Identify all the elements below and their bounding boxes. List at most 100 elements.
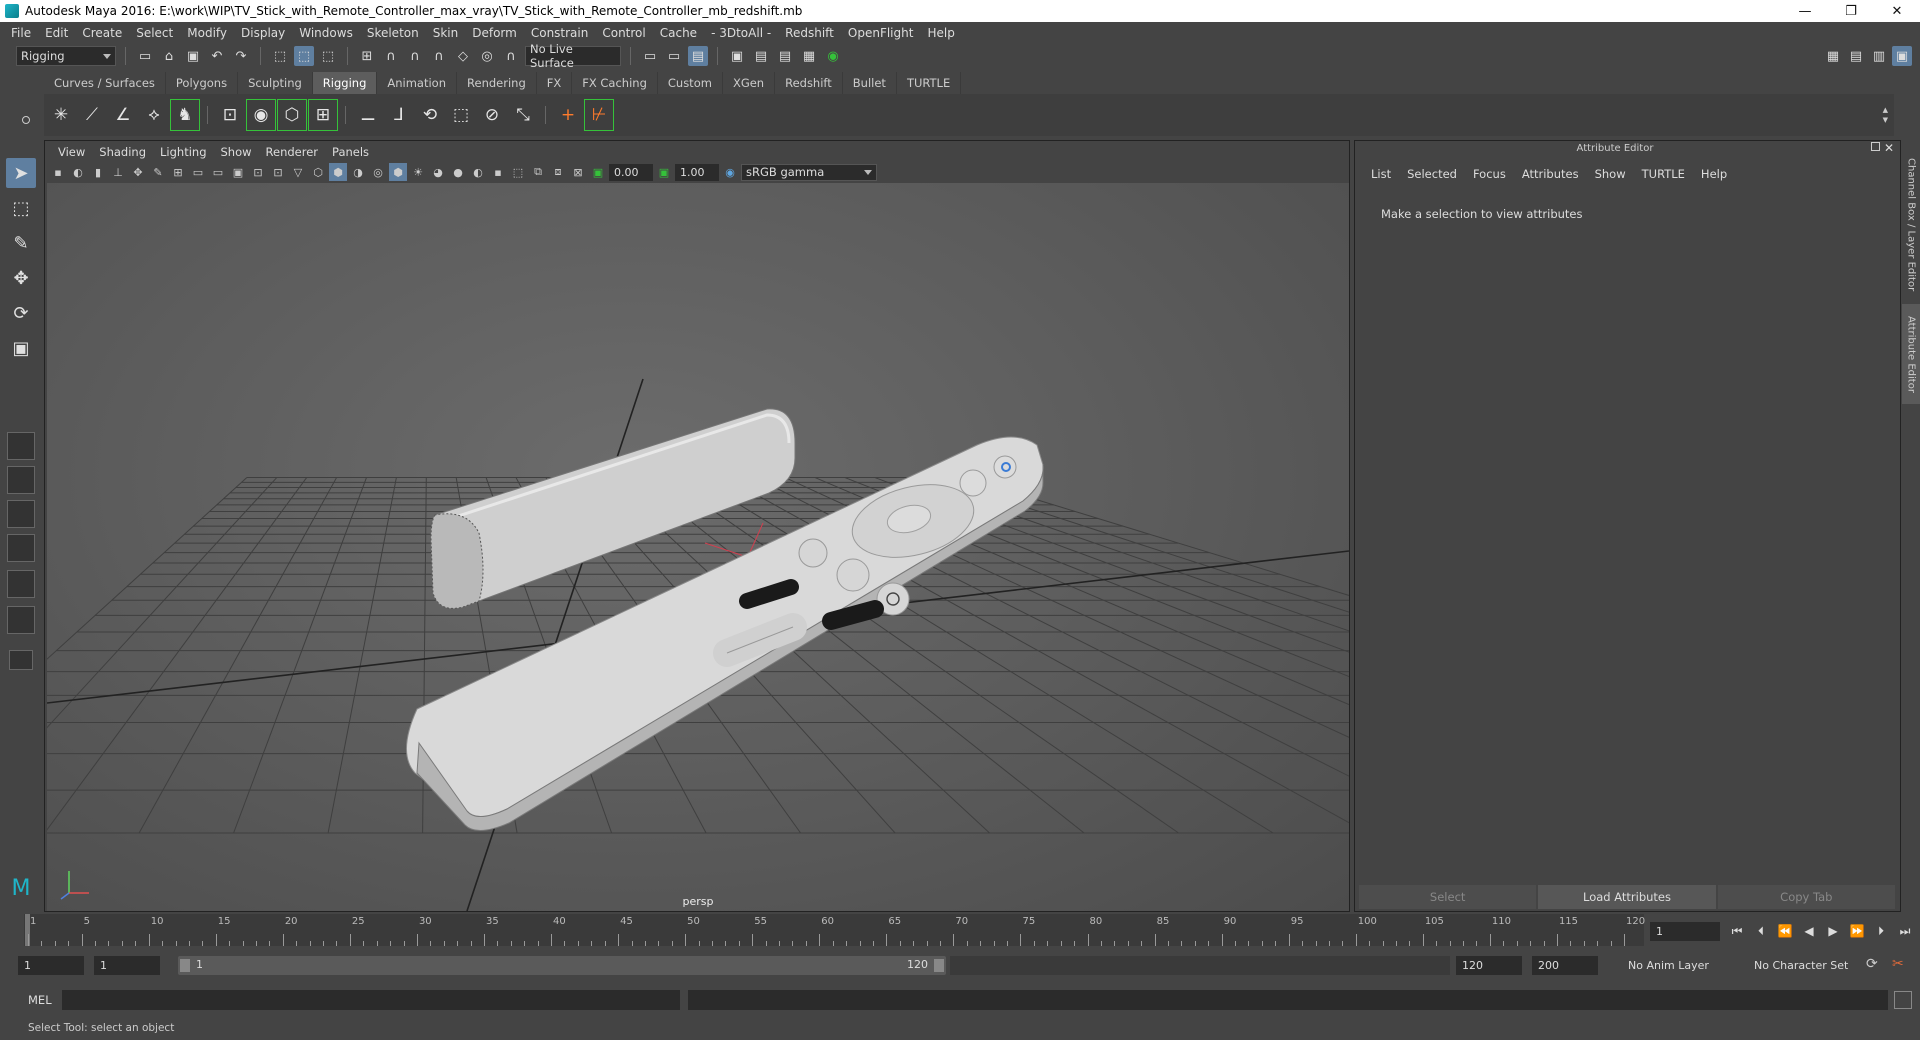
tab-rendering[interactable]: Rendering: [457, 72, 537, 94]
modeling-toolkit-icon[interactable]: ▦: [1823, 46, 1843, 66]
input-ops-icon[interactable]: ▭: [640, 46, 660, 66]
color-management-icon[interactable]: ◉: [721, 163, 739, 181]
menu-3dtoall[interactable]: - 3DtoAll -: [704, 26, 778, 40]
tab-fx-caching[interactable]: FX Caching: [572, 72, 658, 94]
ae-menu-selected[interactable]: Selected: [1399, 167, 1465, 181]
use-lights-icon[interactable]: ☀: [409, 163, 427, 181]
menu-cache[interactable]: Cache: [653, 26, 704, 40]
ipr-render-icon[interactable]: ▤: [775, 46, 795, 66]
two-pane-layout-icon[interactable]: [7, 500, 35, 528]
smooth-bind-icon[interactable]: ⊡: [216, 100, 244, 130]
motion-blur-icon[interactable]: ◐: [469, 163, 487, 181]
output-ops-icon[interactable]: ▭: [664, 46, 684, 66]
menu-modify[interactable]: Modify: [180, 26, 234, 40]
isolate-select-icon[interactable]: ⬚: [509, 163, 527, 181]
menu-skeleton[interactable]: Skeleton: [360, 26, 426, 40]
wireframe-icon[interactable]: ⬡: [309, 163, 327, 181]
shelf-scroll-up-icon[interactable]: ▲: [1883, 106, 1888, 114]
2d-pan-icon[interactable]: ✥: [129, 163, 147, 181]
default-material-icon[interactable]: ◑: [349, 163, 367, 181]
copy-tab-button[interactable]: Copy Tab: [1717, 885, 1895, 909]
point-constraint-icon[interactable]: +: [554, 100, 582, 130]
redo-icon[interactable]: ↷: [231, 46, 251, 66]
character-set-dropdown[interactable]: No Character Set: [1748, 956, 1868, 975]
film-gate-icon[interactable]: ▭: [189, 163, 207, 181]
grease-pencil-icon[interactable]: ✎: [149, 163, 167, 181]
ae-menu-focus[interactable]: Focus: [1465, 167, 1514, 181]
tab-custom[interactable]: Custom: [658, 72, 723, 94]
go-to-end-icon[interactable]: ⏭: [1894, 920, 1916, 942]
redshift-render-icon[interactable]: ◉: [823, 46, 843, 66]
start-time-field[interactable]: 1: [18, 956, 84, 975]
single-pane-layout-icon[interactable]: [7, 432, 35, 460]
wrap-icon[interactable]: ⤡: [509, 100, 537, 130]
tab-polygons[interactable]: Polygons: [166, 72, 239, 94]
ik-spline-icon[interactable]: ⟡: [140, 100, 168, 130]
play-backwards-icon[interactable]: ◀: [1798, 920, 1820, 942]
menu-help[interactable]: Help: [920, 26, 961, 40]
tool-settings-icon[interactable]: ▥: [1869, 46, 1889, 66]
lattice-icon[interactable]: ⬡: [277, 99, 307, 131]
step-back-key-icon[interactable]: ⏪: [1774, 920, 1796, 942]
minimize-button[interactable]: —: [1782, 0, 1828, 22]
save-scene-icon[interactable]: ▣: [183, 46, 203, 66]
ik-handle-icon[interactable]: ∠: [109, 100, 137, 130]
safe-title-icon[interactable]: ▽: [289, 163, 307, 181]
close-button[interactable]: ✕: [1874, 0, 1920, 22]
tab-curves-surfaces[interactable]: Curves / Surfaces: [44, 72, 166, 94]
vp-menu-renderer[interactable]: Renderer: [259, 145, 326, 159]
weight-hammer-icon[interactable]: ⬚: [447, 100, 475, 130]
current-frame-field[interactable]: 1: [1650, 922, 1720, 941]
safe-action-icon[interactable]: ⊡: [269, 163, 287, 181]
outliner-layout-icon[interactable]: [7, 534, 35, 562]
play-forwards-icon[interactable]: ▶: [1822, 920, 1844, 942]
step-forward-frame-icon[interactable]: ⏵: [1870, 920, 1892, 942]
menu-deform[interactable]: Deform: [465, 26, 524, 40]
3d-viewport[interactable]: persp: [47, 183, 1349, 911]
orient-joint-icon[interactable]: ⟲: [416, 100, 444, 130]
graph-layout-icon[interactable]: [7, 570, 35, 598]
anim-layer-dropdown[interactable]: No Anim Layer: [1622, 956, 1740, 975]
vp-menu-shading[interactable]: Shading: [92, 145, 153, 159]
bookmark-icon[interactable]: ▮: [89, 163, 107, 181]
vp-menu-panels[interactable]: Panels: [325, 145, 376, 159]
channel-box-toggle-icon[interactable]: ▣: [1892, 46, 1912, 66]
select-tool-icon[interactable]: ➤: [6, 158, 36, 188]
menu-skin[interactable]: Skin: [426, 26, 466, 40]
select-button[interactable]: Select: [1359, 885, 1537, 909]
auto-key-icon[interactable]: ⟳: [1866, 956, 1886, 976]
menu-file[interactable]: File: [4, 26, 38, 40]
insert-joint-icon[interactable]: ⟋: [78, 100, 106, 130]
tab-fx[interactable]: FX: [537, 72, 573, 94]
paint-select-icon[interactable]: ✎: [6, 228, 36, 258]
time-slider[interactable]: 1 5 10 15 20 25 30 35 40 45 50 55 60 65 70 75 80 85 90 95 10…: [24, 914, 1645, 946]
textured-icon[interactable]: ⬢: [389, 163, 407, 181]
range-slider[interactable]: 1 120: [178, 956, 946, 975]
live-surface-field[interactable]: No Live Surface: [525, 42, 621, 70]
float-panel-icon[interactable]: [1871, 142, 1880, 151]
ae-menu-help[interactable]: Help: [1693, 167, 1735, 181]
gamma-field[interactable]: 1.00: [675, 163, 719, 181]
menu-create[interactable]: Create: [75, 26, 129, 40]
restore-button[interactable]: ❐: [1828, 0, 1874, 22]
menuset-dropdown[interactable]: Rigging: [16, 46, 116, 66]
live-surface-icon[interactable]: ∩: [501, 46, 521, 66]
attribute-editor-toggle-icon[interactable]: ▤: [1846, 46, 1866, 66]
gate-mask-icon[interactable]: ▣: [229, 163, 247, 181]
snap-point-icon[interactable]: ∩: [405, 46, 425, 66]
construction-history-icon[interactable]: ▤: [688, 46, 708, 66]
go-to-start-icon[interactable]: ⏮: [1726, 920, 1748, 942]
four-pane-layout-icon[interactable]: [7, 466, 35, 494]
undo-icon[interactable]: ↶: [207, 46, 227, 66]
vp-menu-show[interactable]: Show: [214, 145, 259, 159]
load-attributes-button[interactable]: Load Attributes: [1538, 885, 1716, 909]
tab-turtle[interactable]: TURTLE: [897, 72, 962, 94]
render-current-icon[interactable]: ▤: [751, 46, 771, 66]
menu-windows[interactable]: Windows: [292, 26, 360, 40]
camera-attrs-icon[interactable]: ◐: [69, 163, 87, 181]
range-end-handle[interactable]: [934, 959, 944, 972]
shelf-settings-icon[interactable]: [22, 116, 30, 124]
render-view-icon[interactable]: ▣: [727, 46, 747, 66]
step-forward-key-icon[interactable]: ⏩: [1846, 920, 1868, 942]
menu-constrain[interactable]: Constrain: [524, 26, 596, 40]
